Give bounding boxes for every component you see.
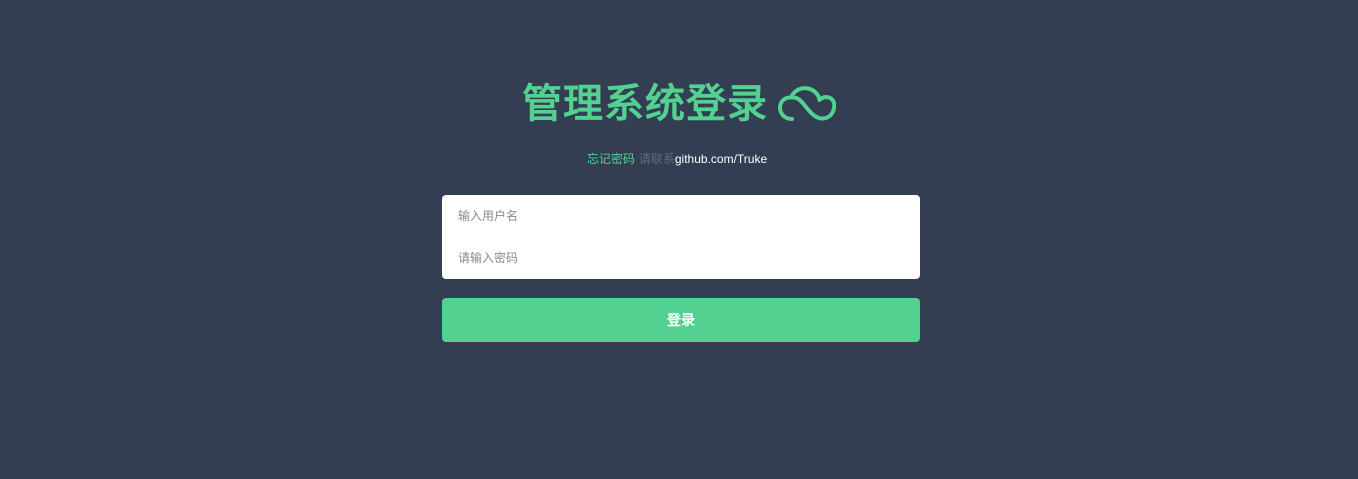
login-button[interactable]: 登录	[442, 298, 920, 342]
username-input[interactable]	[442, 195, 920, 237]
title-row: 管理系统登录	[0, 78, 1358, 130]
login-form	[442, 195, 920, 279]
contact-label: 请联系	[638, 152, 675, 166]
password-input[interactable]	[442, 237, 920, 279]
login-page: 管理系统登录 忘记密码 请联系 github.com/Truke 登录	[0, 0, 1358, 479]
forgot-password-hint: 忘记密码 请联系 github.com/Truke	[0, 150, 1356, 168]
forgot-password-label: 忘记密码	[586, 152, 635, 166]
page-title: 管理系统登录	[522, 82, 768, 126]
cloud-icon	[778, 86, 836, 121]
github-link[interactable]: github.com/Truke	[675, 150, 767, 168]
